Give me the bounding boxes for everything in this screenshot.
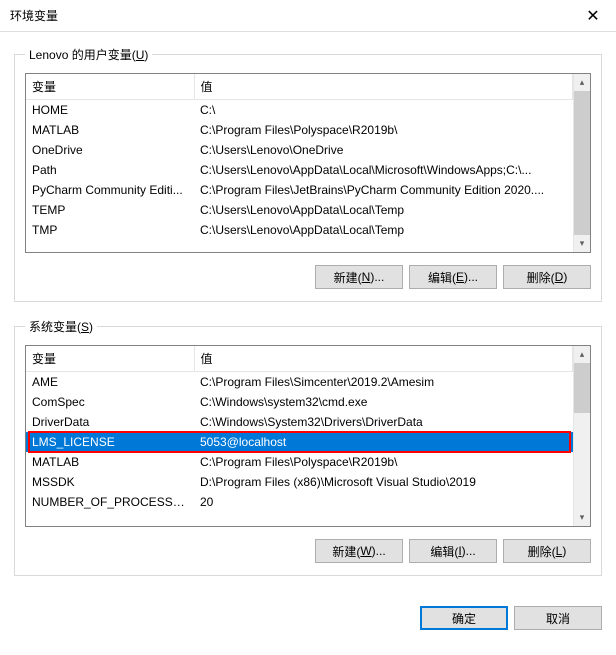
table-row[interactable]: LMS_LICENSE5053@localhost	[26, 432, 573, 452]
user-variables-table-container: 变量 值 HOMEC:\MATLABC:\Program Files\Polys…	[25, 73, 591, 253]
user-col-value[interactable]: 值	[194, 74, 573, 100]
user-variables-group: Lenovo 的用户变量(U) 变量 值 HOMEC:\MATLABC:\Pro…	[14, 46, 602, 302]
user-table-scrollbar[interactable]: ▴ ▾	[573, 74, 590, 252]
var-name-cell: HOME	[26, 100, 194, 121]
system-buttons-row: 新建(W)... 编辑(I)... 删除(L)	[25, 539, 591, 563]
scroll-up-icon[interactable]: ▴	[574, 74, 590, 91]
table-row[interactable]: HOMEC:\	[26, 100, 573, 121]
var-value-cell: 5053@localhost	[194, 432, 573, 452]
var-value-cell: C:\Program Files\Polyspace\R2019b\	[194, 120, 573, 140]
table-row[interactable]: AMEC:\Program Files\Simcenter\2019.2\Ame…	[26, 372, 573, 393]
titlebar: 环境变量 ✕	[0, 0, 616, 32]
var-name-cell: LMS_LICENSE	[26, 432, 194, 452]
var-name-cell: OneDrive	[26, 140, 194, 160]
table-row[interactable]: MSSDKD:\Program Files (x86)\Microsoft Vi…	[26, 472, 573, 492]
var-value-cell: C:\Users\Lenovo\OneDrive	[194, 140, 573, 160]
table-row[interactable]: DriverDataC:\Windows\System32\Drivers\Dr…	[26, 412, 573, 432]
user-new-button[interactable]: 新建(N)...	[315, 265, 403, 289]
user-col-name[interactable]: 变量	[26, 74, 194, 100]
var-name-cell: Path	[26, 160, 194, 180]
system-variables-table[interactable]: 变量 值 AMEC:\Program Files\Simcenter\2019.…	[26, 346, 573, 512]
var-name-cell: TMP	[26, 220, 194, 240]
var-name-cell: NUMBER_OF_PROCESSORS	[26, 492, 194, 512]
user-variables-legend: Lenovo 的用户变量(U)	[25, 46, 152, 63]
table-row[interactable]: OneDriveC:\Users\Lenovo\OneDrive	[26, 140, 573, 160]
table-row[interactable]: NUMBER_OF_PROCESSORS20	[26, 492, 573, 512]
user-buttons-row: 新建(N)... 编辑(E)... 删除(D)	[25, 265, 591, 289]
user-variables-table[interactable]: 变量 值 HOMEC:\MATLABC:\Program Files\Polys…	[26, 74, 573, 240]
user-delete-button[interactable]: 删除(D)	[503, 265, 591, 289]
dialog-content: Lenovo 的用户变量(U) 变量 值 HOMEC:\MATLABC:\Pro…	[0, 32, 616, 602]
system-variables-table-container: 变量 值 AMEC:\Program Files\Simcenter\2019.…	[25, 345, 591, 527]
system-new-button[interactable]: 新建(W)...	[315, 539, 403, 563]
var-name-cell: MATLAB	[26, 452, 194, 472]
table-row[interactable]: MATLABC:\Program Files\Polyspace\R2019b\	[26, 452, 573, 472]
user-edit-button[interactable]: 编辑(E)...	[409, 265, 497, 289]
var-value-cell: C:\Program Files\JetBrains\PyCharm Commu…	[194, 180, 573, 200]
var-name-cell: AME	[26, 372, 194, 393]
var-value-cell: C:\Users\Lenovo\AppData\Local\Microsoft\…	[194, 160, 573, 180]
var-name-cell: ComSpec	[26, 392, 194, 412]
var-value-cell: D:\Program Files (x86)\Microsoft Visual …	[194, 472, 573, 492]
var-name-cell: DriverData	[26, 412, 194, 432]
table-row[interactable]: ComSpecC:\Windows\system32\cmd.exe	[26, 392, 573, 412]
var-value-cell: C:\Program Files\Simcenter\2019.2\Amesim	[194, 372, 573, 393]
var-value-cell: C:\Windows\system32\cmd.exe	[194, 392, 573, 412]
close-icon: ✕	[586, 6, 599, 26]
table-row[interactable]: PyCharm Community Editi...C:\Program Fil…	[26, 180, 573, 200]
table-row[interactable]: MATLABC:\Program Files\Polyspace\R2019b\	[26, 120, 573, 140]
system-delete-button[interactable]: 删除(L)	[503, 539, 591, 563]
var-value-cell: C:\Program Files\Polyspace\R2019b\	[194, 452, 573, 472]
ok-button[interactable]: 确定	[420, 606, 508, 630]
var-value-cell: C:\Windows\System32\Drivers\DriverData	[194, 412, 573, 432]
system-variables-legend: 系统变量(S)	[25, 318, 97, 335]
var-name-cell: PyCharm Community Editi...	[26, 180, 194, 200]
var-value-cell: C:\Users\Lenovo\AppData\Local\Temp	[194, 200, 573, 220]
table-row[interactable]: PathC:\Users\Lenovo\AppData\Local\Micros…	[26, 160, 573, 180]
system-table-scrollbar[interactable]: ▴ ▾	[573, 346, 590, 526]
scroll-down-icon[interactable]: ▾	[574, 235, 590, 252]
system-col-name[interactable]: 变量	[26, 346, 194, 372]
window-title: 环境变量	[10, 7, 58, 24]
var-value-cell: 20	[194, 492, 573, 512]
cancel-button[interactable]: 取消	[514, 606, 602, 630]
scroll-up-icon[interactable]: ▴	[574, 346, 590, 363]
system-variables-group: 系统变量(S) 变量 值 AMEC:\Program Files\Simcent…	[14, 318, 602, 576]
table-row[interactable]: TEMPC:\Users\Lenovo\AppData\Local\Temp	[26, 200, 573, 220]
var-name-cell: TEMP	[26, 200, 194, 220]
scroll-down-icon[interactable]: ▾	[574, 509, 590, 526]
var-value-cell: C:\Users\Lenovo\AppData\Local\Temp	[194, 220, 573, 240]
system-edit-button[interactable]: 编辑(I)...	[409, 539, 497, 563]
scroll-thumb[interactable]	[574, 363, 590, 413]
system-col-value[interactable]: 值	[194, 346, 573, 372]
footer-buttons: 确定 取消	[0, 602, 616, 644]
var-name-cell: MATLAB	[26, 120, 194, 140]
table-row[interactable]: TMPC:\Users\Lenovo\AppData\Local\Temp	[26, 220, 573, 240]
scroll-thumb[interactable]	[574, 91, 590, 235]
close-button[interactable]: ✕	[570, 0, 616, 32]
var-value-cell: C:\	[194, 100, 573, 121]
var-name-cell: MSSDK	[26, 472, 194, 492]
